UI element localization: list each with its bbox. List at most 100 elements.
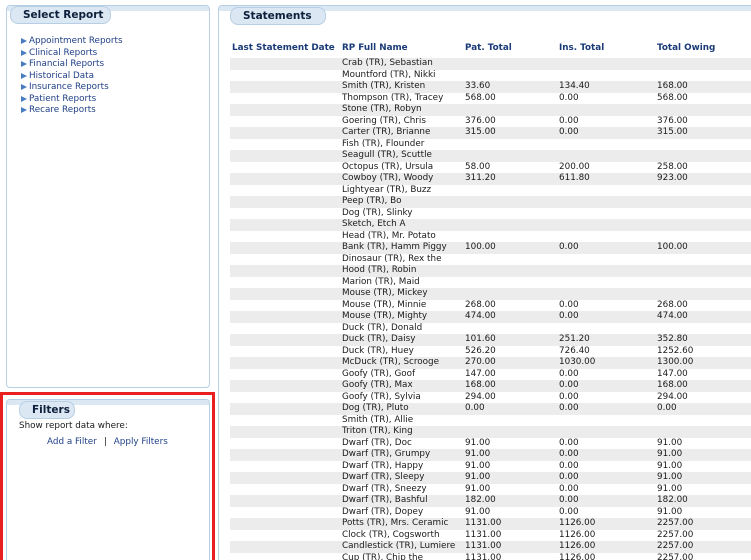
table-row[interactable]: Dwarf (TR), Happy 91.00 0.00 91.00 [230,460,751,472]
table-row[interactable]: Clock (TR), Cogsworth 1131.00 1126.00 2257.… [230,529,751,541]
report-link-insurance-reports[interactable]: Insurance Reports [21,82,123,94]
cell-rp-full-name: Crab (TR), Sebastian [340,58,463,70]
cell-last-statement-date [230,334,340,346]
cell-last-statement-date [230,184,340,196]
cell-rp-full-name: Goofy (TR), Sylvia [340,391,463,403]
cell-last-statement-date [230,495,340,507]
table-row[interactable]: Cup (TR), Chip the 1131.00 1126.00 2257.00 [230,552,751,560]
table-row[interactable]: Dwarf (TR), Bashful 182.00 0.00 182.00 [230,495,751,507]
cell-total-owing: 2257.00 [655,529,751,541]
cell-rp-full-name: Hood (TR), Robin [340,265,463,277]
column-header-pat-total[interactable]: Pat. Total [463,38,557,58]
table-row[interactable]: Dwarf (TR), Sleepy 91.00 0.00 91.00 [230,472,751,484]
table-row[interactable]: Dinosaur (TR), Rex the [230,253,751,265]
table-row[interactable]: Mouse (TR), Mickey [230,288,751,300]
column-header-last-statement-date[interactable]: Last Statement Date [230,38,340,58]
table-row[interactable]: Smith (TR), Kristen 33.60 134.40 168.00 [230,81,751,93]
column-header-total-owing[interactable]: Total Owing [655,38,751,58]
table-row[interactable]: Mouse (TR), Mighty 474.00 0.00 474.00 [230,311,751,323]
table-row[interactable]: Dwarf (TR), Doc 91.00 0.00 91.00 [230,437,751,449]
table-row[interactable]: Dog (TR), Pluto 0.00 0.00 0.00 [230,403,751,415]
report-link-label: Insurance Reports [29,82,109,92]
cell-last-statement-date [230,322,340,334]
table-row[interactable]: Mouse (TR), Minnie 268.00 0.00 268.00 [230,299,751,311]
table-header-row: Last Statement Date RP Full Name Pat. To… [230,38,751,58]
table-row[interactable]: Duck (TR), Donald [230,322,751,334]
table-row[interactable]: Smith (TR), Allie [230,414,751,426]
cell-total-owing: 2257.00 [655,541,751,553]
report-link-recare-reports[interactable]: Recare Reports [21,105,123,117]
cell-last-statement-date [230,230,340,242]
table-row[interactable]: Head (TR), Mr. Potato [230,230,751,242]
cell-ins-total: 0.00 [557,437,655,449]
table-row[interactable]: Sketch, Etch A [230,219,751,231]
cell-pat-total: 91.00 [463,460,557,472]
table-row[interactable]: Potts (TR), Mrs. Ceramic 1131.00 1126.00 22… [230,518,751,530]
report-link-clinical-reports[interactable]: Clinical Reports [21,48,123,60]
cell-total-owing [655,265,751,277]
cell-last-statement-date [230,92,340,104]
table-row[interactable]: Goofy (TR), Sylvia 294.00 0.00 294.00 [230,391,751,403]
report-link-historical-data[interactable]: Historical Data [21,71,123,83]
table-row[interactable]: Fish (TR), Flounder [230,138,751,150]
table-row[interactable]: Octopus (TR), Ursula 58.00 200.00 258.00 [230,161,751,173]
cell-pat-total [463,69,557,81]
table-row[interactable]: Hood (TR), Robin [230,265,751,277]
table-row[interactable]: Goofy (TR), Max 168.00 0.00 168.00 [230,380,751,392]
statements-table: Last Statement Date RP Full Name Pat. To… [230,38,751,560]
table-row[interactable]: Lightyear (TR), Buzz [230,184,751,196]
cell-ins-total: 1126.00 [557,552,655,560]
cell-rp-full-name: Mouse (TR), Mickey [340,288,463,300]
table-row[interactable]: Mountford (TR), Nikki [230,69,751,81]
cell-rp-full-name: Smith (TR), Kristen [340,81,463,93]
cell-rp-full-name: Stone (TR), Robyn [340,104,463,116]
table-row[interactable]: Carter (TR), Brianne 315.00 0.00 315.00 [230,127,751,139]
column-header-rp-full-name[interactable]: RP Full Name [340,38,463,58]
cell-pat-total [463,207,557,219]
report-link-patient-reports[interactable]: Patient Reports [21,94,123,106]
cell-rp-full-name: Head (TR), Mr. Potato [340,230,463,242]
cell-last-statement-date [230,426,340,438]
table-row[interactable]: Peep (TR), Bo [230,196,751,208]
cell-ins-total: 0.00 [557,92,655,104]
table-row[interactable]: Goofy (TR), Goof 147.00 0.00 147.00 [230,368,751,380]
cell-rp-full-name: Octopus (TR), Ursula [340,161,463,173]
table-row[interactable]: Dwarf (TR), Dopey 91.00 0.00 91.00 [230,506,751,518]
table-row[interactable]: Candlestick (TR), Lumiere 1131.00 1126.00 2… [230,541,751,553]
table-row[interactable]: Bank (TR), Hamm Piggy 100.00 0.00 100.00 [230,242,751,254]
cell-pat-total [463,414,557,426]
table-row[interactable]: Cowboy (TR), Woody 311.20 611.80 923.00 [230,173,751,185]
table-row[interactable]: McDuck (TR), Scrooge 270.00 1030.00 1300.00 [230,357,751,369]
cell-last-statement-date [230,69,340,81]
table-row[interactable]: Dog (TR), Slinky [230,207,751,219]
cell-total-owing [655,276,751,288]
cell-last-statement-date [230,207,340,219]
cell-last-statement-date [230,460,340,472]
cell-pat-total: 91.00 [463,506,557,518]
table-row[interactable]: Thompson (TR), Tracey 568.00 0.00 568.00 [230,92,751,104]
cell-ins-total: 0.00 [557,391,655,403]
table-row[interactable]: Dwarf (TR), Sneezy 91.00 0.00 91.00 [230,483,751,495]
table-row[interactable]: Dwarf (TR), Grumpy 91.00 0.00 91.00 [230,449,751,461]
cell-pat-total [463,288,557,300]
report-link-label: Financial Reports [29,59,105,69]
cell-ins-total [557,196,655,208]
table-row[interactable]: Goering (TR), Chris 376.00 0.00 376.00 [230,115,751,127]
cell-pat-total [463,138,557,150]
cell-rp-full-name: Triton (TR), King [340,426,463,438]
triangle-right-icon [21,61,27,67]
table-row[interactable]: Triton (TR), King [230,426,751,438]
table-row[interactable]: Duck (TR), Daisy 101.60 251.20 352.80 [230,334,751,346]
table-row[interactable]: Crab (TR), Sebastian [230,58,751,70]
table-row[interactable]: Stone (TR), Robyn [230,104,751,116]
table-row[interactable]: Seagull (TR), Scuttle [230,150,751,162]
cell-last-statement-date [230,299,340,311]
table-row[interactable]: Duck (TR), Huey 526.20 726.40 1252.60 [230,345,751,357]
report-link-financial-reports[interactable]: Financial Reports [21,59,123,71]
column-header-ins-total[interactable]: Ins. Total [557,38,655,58]
report-link-label: Clinical Reports [29,47,98,58]
cell-last-statement-date [230,276,340,288]
cell-total-owing: 376.00 [655,115,751,127]
report-link-appointment-reports[interactable]: Appointment Reports [21,36,123,48]
table-row[interactable]: Marion (TR), Maid [230,276,751,288]
